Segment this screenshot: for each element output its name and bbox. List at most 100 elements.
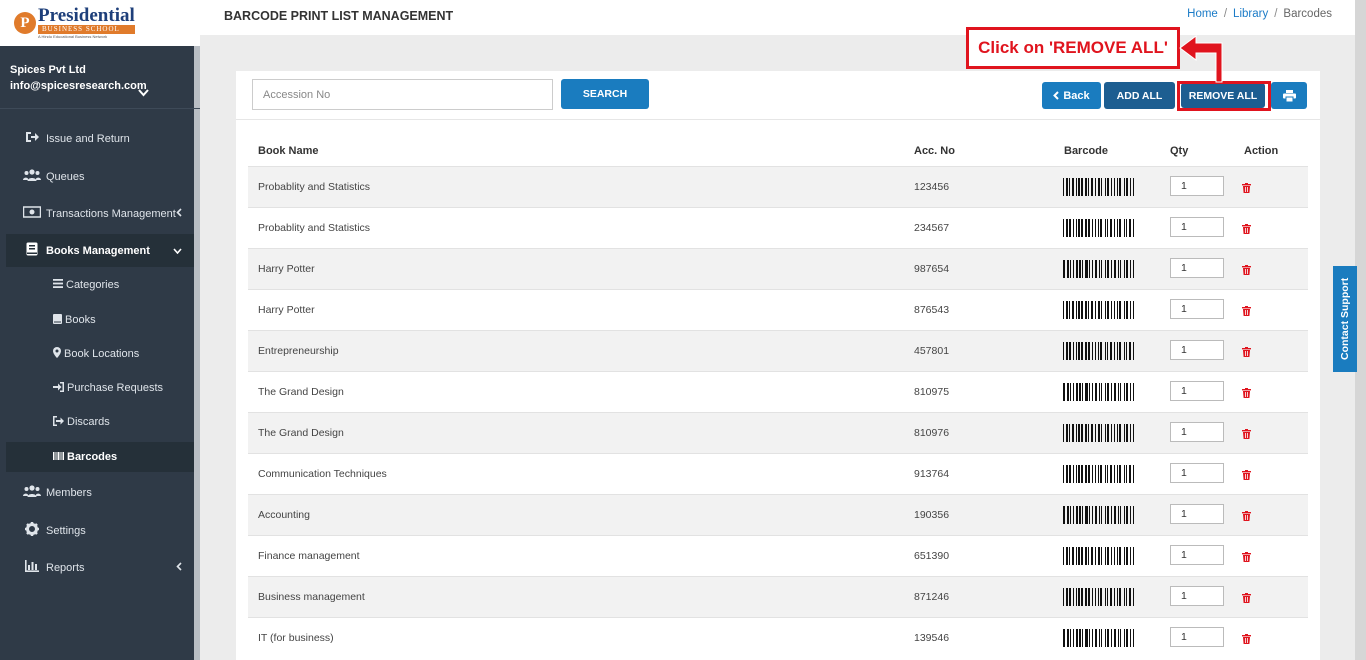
barcode-icon [53, 451, 64, 463]
search-button[interactable]: SEARCH [561, 79, 649, 109]
qty-input[interactable] [1170, 586, 1224, 606]
user-block[interactable]: Spices Pvt Ltd info@spicesresearch.com [0, 46, 200, 109]
trash-icon[interactable] [1242, 508, 1254, 521]
acc-no-cell: 987654 [914, 263, 950, 275]
barcode-image [1063, 506, 1136, 524]
table-row: Entrepreneurship 457801 [248, 330, 1308, 371]
sidebar-subitem-label: Purchase Requests [67, 382, 163, 394]
user-email: info@spicesresearch.com [10, 80, 147, 92]
breadcrumb-library[interactable]: Library [1233, 8, 1268, 20]
sidebar-item-label: Queues [46, 170, 85, 183]
chevron-left-icon [176, 207, 182, 220]
sidebar-subitem-label: Discards [67, 416, 110, 428]
trash-icon[interactable] [1242, 467, 1254, 480]
barcode-image [1063, 588, 1136, 606]
book-name-cell: Entrepreneurship [258, 345, 339, 357]
trash-icon[interactable] [1242, 303, 1254, 316]
table-row: Finance management 651390 [248, 535, 1308, 576]
trash-icon[interactable] [1242, 549, 1254, 562]
sidebar-subitem-label: Book Locations [64, 348, 140, 360]
column-header-qty: Qty [1170, 145, 1189, 157]
acc-no-cell: 234567 [914, 222, 950, 234]
sidebar-item-reports[interactable]: Reports [6, 551, 194, 584]
chevron-down-icon[interactable] [138, 86, 149, 100]
chevron-down-icon [173, 245, 182, 257]
barcode-image [1063, 301, 1136, 319]
column-header-action: Action [1244, 145, 1279, 157]
sidebar-item-queues[interactable]: Queues [6, 160, 194, 193]
sidebar-subitem-book-locations[interactable]: Book Locations [6, 339, 194, 369]
book-name-cell: Finance management [258, 550, 360, 562]
book-name-cell: Probablity and Statistics [258, 181, 371, 193]
print-button[interactable] [1271, 82, 1307, 109]
barcode-image [1063, 178, 1136, 196]
sidebar-item-label: Settings [46, 524, 86, 537]
barcode-image [1063, 260, 1136, 278]
column-header-acc-no: Acc. No [914, 145, 955, 157]
users-icon [20, 169, 44, 184]
qty-input[interactable] [1170, 381, 1224, 401]
sidebar-subitem-purchase-requests[interactable]: Purchase Requests [6, 373, 194, 403]
sidebar-item-settings[interactable]: Settings [6, 514, 194, 547]
instruction-callout: Click on 'REMOVE ALL' [966, 27, 1180, 69]
qty-input[interactable] [1170, 299, 1224, 319]
list-icon [53, 279, 63, 291]
logo-main-text: Presidential [38, 5, 135, 26]
trash-icon[interactable] [1242, 344, 1254, 357]
qty-input[interactable] [1170, 463, 1224, 483]
sidebar-item-books-management[interactable]: Books Management [6, 234, 194, 267]
barcode-image [1063, 219, 1136, 237]
qty-input[interactable] [1170, 627, 1224, 647]
callout-arrow-icon [1179, 35, 1223, 83]
trash-icon[interactable] [1242, 262, 1254, 275]
bar-chart-icon [20, 560, 44, 575]
qty-input[interactable] [1170, 217, 1224, 237]
sidebar-subitem-barcodes[interactable]: Barcodes [6, 442, 194, 472]
back-button[interactable]: Back [1042, 82, 1101, 109]
user-company: Spices Pvt Ltd [10, 64, 86, 76]
trash-icon[interactable] [1242, 590, 1254, 603]
table-row: Business management 871246 [248, 576, 1308, 617]
column-header-book-name: Book Name [258, 145, 319, 157]
book-icon [20, 242, 44, 259]
table-row: IT (for business) 139546 [248, 617, 1308, 658]
qty-input[interactable] [1170, 504, 1224, 524]
acc-no-cell: 123456 [914, 181, 950, 193]
sidebar-item-members[interactable]: Members [6, 476, 194, 509]
logo[interactable]: P Presidential BUSINESS SCHOOL A Hindu E… [14, 5, 135, 39]
trash-icon[interactable] [1242, 180, 1254, 193]
book-name-cell: The Grand Design [258, 427, 344, 439]
trash-icon[interactable] [1242, 426, 1254, 439]
sidebar-item-label: Transactions Management [46, 207, 176, 220]
trash-icon[interactable] [1242, 221, 1254, 234]
qty-input[interactable] [1170, 258, 1224, 278]
sidebar-scrollbar[interactable] [194, 46, 200, 660]
contact-support-tab[interactable]: Contact Support [1333, 266, 1357, 372]
qty-input[interactable] [1170, 340, 1224, 360]
table-row: Harry Potter 987654 [248, 248, 1308, 289]
sign-out-icon [53, 415, 64, 429]
sidebar-subitem-label: Books [65, 314, 96, 326]
add-all-button[interactable]: ADD ALL [1104, 82, 1175, 109]
breadcrumb-current: Barcodes [1283, 8, 1332, 20]
qty-input[interactable] [1170, 545, 1224, 565]
sidebar-subitem-categories[interactable]: Categories [6, 270, 194, 300]
book-name-cell: Communication Techniques [258, 468, 387, 480]
sidebar-subitem-discards[interactable]: Discards [6, 407, 194, 437]
breadcrumb-home[interactable]: Home [1187, 8, 1218, 20]
trash-icon[interactable] [1242, 385, 1254, 398]
sidebar: P Presidential BUSINESS SCHOOL A Hindu E… [0, 0, 200, 660]
sidebar-subitem-books[interactable]: Books [6, 305, 194, 335]
book-name-cell: IT (for business) [258, 632, 334, 644]
qty-input[interactable] [1170, 176, 1224, 196]
acc-no-cell: 810975 [914, 386, 950, 398]
book-name-cell: Harry Potter [258, 263, 315, 275]
qty-input[interactable] [1170, 422, 1224, 442]
sidebar-item-transactions[interactable]: Transactions Management [6, 197, 194, 230]
logo-mark: P [14, 12, 36, 34]
sidebar-item-issue-return[interactable]: Issue and Return [6, 122, 194, 155]
sidebar-item-label: Issue and Return [46, 132, 130, 145]
brand-header: P Presidential BUSINESS SCHOOL A Hindu E… [0, 0, 200, 46]
accession-search-input[interactable] [252, 79, 553, 110]
trash-icon[interactable] [1242, 631, 1254, 644]
